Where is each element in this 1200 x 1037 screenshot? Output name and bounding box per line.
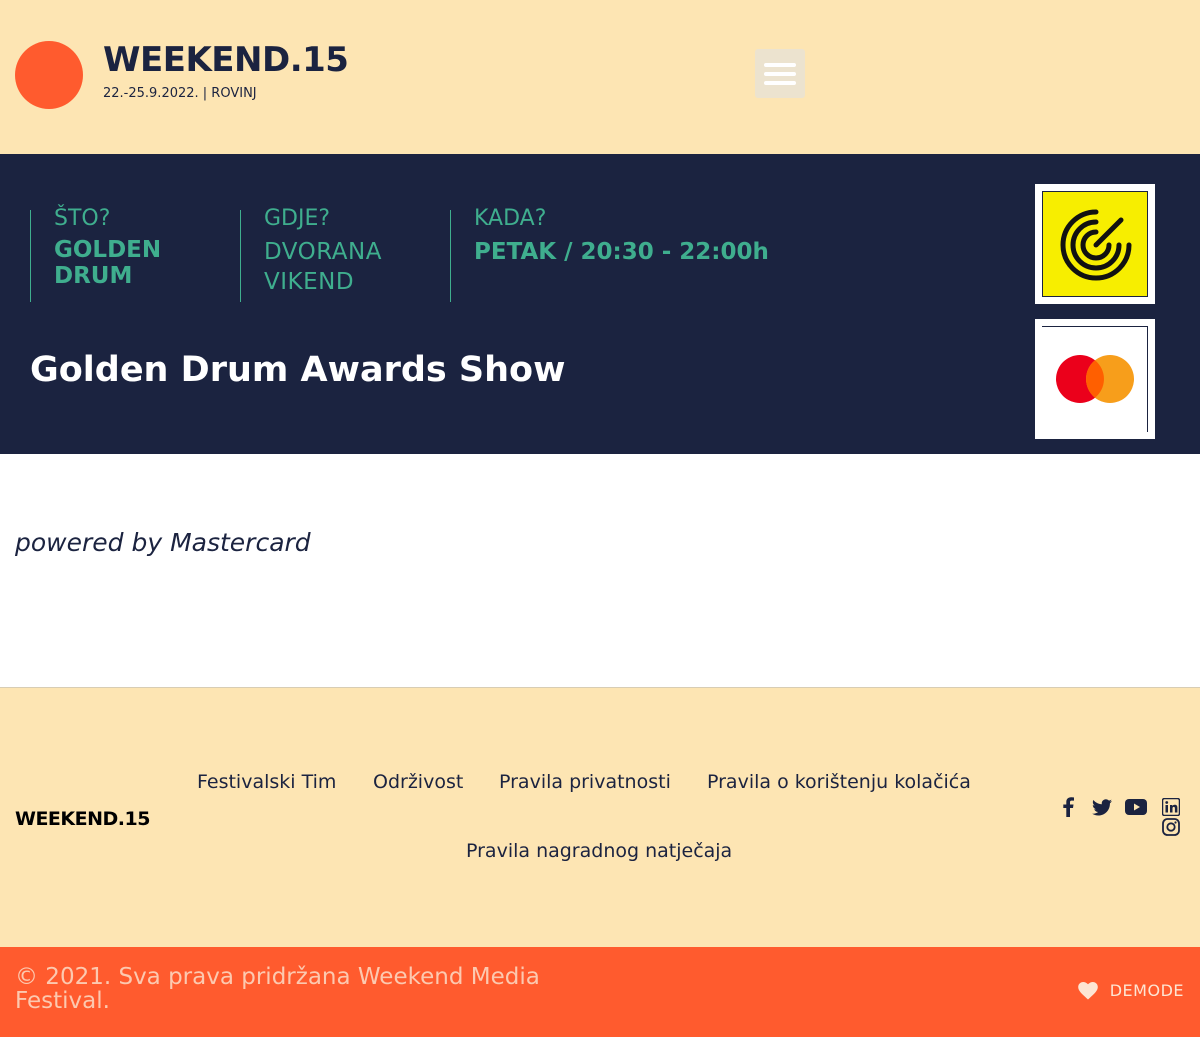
golden-drum-logo[interactable]	[1035, 184, 1155, 304]
event-what: ŠTO? GOLDEN DRUM	[30, 206, 240, 302]
where-label: GDJE?	[264, 206, 331, 231]
site-header: WEEKEND.15 22.-25.9.2022. | ROVINJ	[0, 0, 1200, 154]
event-title: Golden Drum Awards Show	[30, 350, 566, 390]
when-label: KADA?	[474, 206, 547, 231]
where-value: DVORANA VIKEND	[264, 239, 382, 295]
hamburger-menu-icon	[764, 62, 796, 67]
brand-title[interactable]: WEEKEND.15	[103, 40, 349, 80]
linkedin-icon[interactable]	[1160, 796, 1182, 818]
copyright-text: © 2021. Sva prava pridržana Weekend Medi…	[15, 964, 540, 1014]
mastercard-circles-icon	[1056, 355, 1134, 403]
mastercard-logo[interactable]	[1035, 319, 1155, 439]
powered-by-text: powered by Mastercard	[15, 528, 311, 557]
event-banner: ŠTO? GOLDEN DRUM GDJE? DVORANA VIKEND KA…	[0, 154, 1200, 454]
brand-subtitle: 22.-25.9.2022. | ROVINJ	[103, 86, 257, 101]
event-where: GDJE? DVORANA VIKEND	[240, 206, 450, 302]
copyright-bar: © 2021. Sva prava pridržana Weekend Medi…	[0, 947, 1200, 1037]
hamburger-menu-button[interactable]	[755, 49, 805, 98]
footer-link-festivalski-tim[interactable]: Festivalski Tim	[197, 771, 336, 793]
what-value: GOLDEN DRUM	[54, 237, 162, 289]
twitter-icon[interactable]	[1091, 796, 1113, 818]
site-footer: WEEKEND.15 Festivalski Tim Održivost Pra…	[0, 687, 1200, 947]
instagram-icon[interactable]	[1160, 816, 1182, 838]
when-value: PETAK / 20:30 - 22:00h	[474, 239, 769, 265]
footer-brand[interactable]: WEEKEND.15	[15, 808, 150, 830]
heart-icon	[1077, 981, 1098, 999]
footer-link-cookies[interactable]: Pravila o korištenju kolačića	[707, 771, 971, 793]
footer-link-odrzivost[interactable]: Održivost	[373, 771, 463, 793]
footer-link-privacy[interactable]: Pravila privatnosti	[499, 771, 671, 793]
demode-label: DEMODE	[1109, 981, 1184, 1000]
demode-credit-link[interactable]: DEMODE	[1077, 981, 1184, 1000]
youtube-icon[interactable]	[1125, 796, 1147, 818]
concentric-arcs-icon	[1060, 209, 1132, 281]
event-when: KADA? PETAK / 20:30 - 22:00h	[450, 206, 810, 302]
facebook-icon[interactable]	[1057, 796, 1079, 818]
orange-circle-logo[interactable]	[15, 41, 83, 109]
what-label: ŠTO?	[54, 206, 111, 231]
footer-link-contest-rules[interactable]: Pravila nagradnog natječaja	[466, 840, 732, 862]
